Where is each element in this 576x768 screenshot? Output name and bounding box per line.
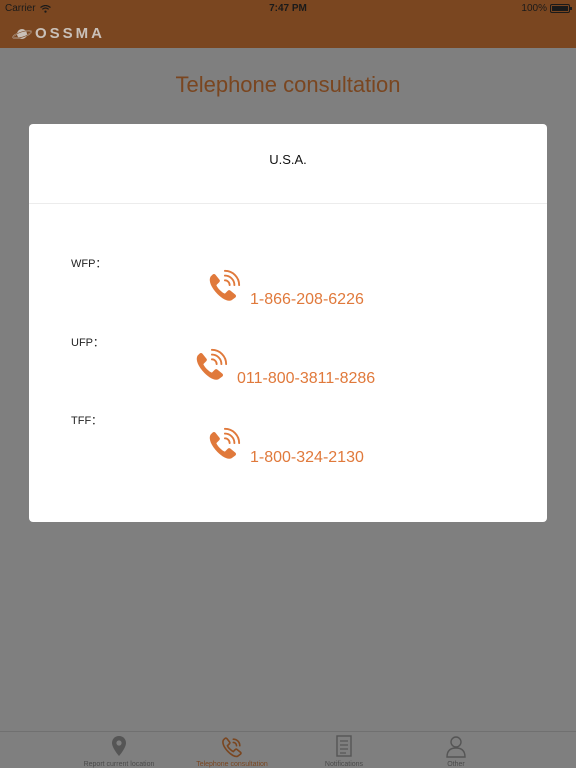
document-icon [336,735,352,757]
tab-report-location[interactable]: Report current location [59,734,179,768]
status-right: 100% [521,3,572,14]
map-pin-icon [112,736,126,756]
person-icon [446,736,466,758]
phone-icon [196,348,228,380]
battery-level-fill [552,6,568,11]
dialog-header: U.S.A. [29,124,547,204]
entry-label-tff: TFF： [71,415,103,427]
phone-number-tff[interactable]: 1-800-324-2130 [250,449,364,467]
phone-icon [209,269,241,301]
tab-label: Telephone consultation [196,761,268,768]
entry-label-ufp: UFP： [71,337,104,349]
phone-link-ufp[interactable]: 011-800-3811-8286 [191,348,375,391]
tab-telephone-consultation[interactable]: Telephone consultation [172,734,292,768]
page-title: Telephone consultation [175,72,401,97]
app-logo: OSSMA [12,25,105,42]
tab-label: Notifications [324,761,364,768]
battery-icon [550,4,572,13]
tab-other[interactable]: Other [396,734,516,768]
tab-notifications[interactable]: Notifications [284,734,404,768]
phone-icon [209,427,241,459]
phone-number-wfp[interactable]: 1-866-208-6226 [250,291,364,309]
phone-number-ufp[interactable]: 011-800-3811-8286 [237,370,375,388]
battery-percent: 100% [521,3,547,14]
tab-label: Report current location [83,761,155,768]
tab-bar: Report current location Telephone consul… [0,731,576,768]
nav-bar: OSSMA [0,18,576,48]
phone-icon [222,737,242,758]
status-bar: Carrier 7:47 PM 100% [0,0,576,18]
logo-text: OSSMA [35,25,106,42]
country-label: U.S.A. [269,152,307,167]
tab-label: Other [447,761,465,768]
planet-icon [12,28,32,39]
status-time: 7:47 PM [269,3,307,14]
phone-link-wfp[interactable]: 1-866-208-6226 [204,269,364,312]
phone-link-tff[interactable]: 1-800-324-2130 [204,427,364,470]
phone-dialog: U.S.A. WFP： 1-866-208-6226 UFP： 011-800-… [29,124,547,522]
entry-label-wfp: WFP： [71,258,107,270]
